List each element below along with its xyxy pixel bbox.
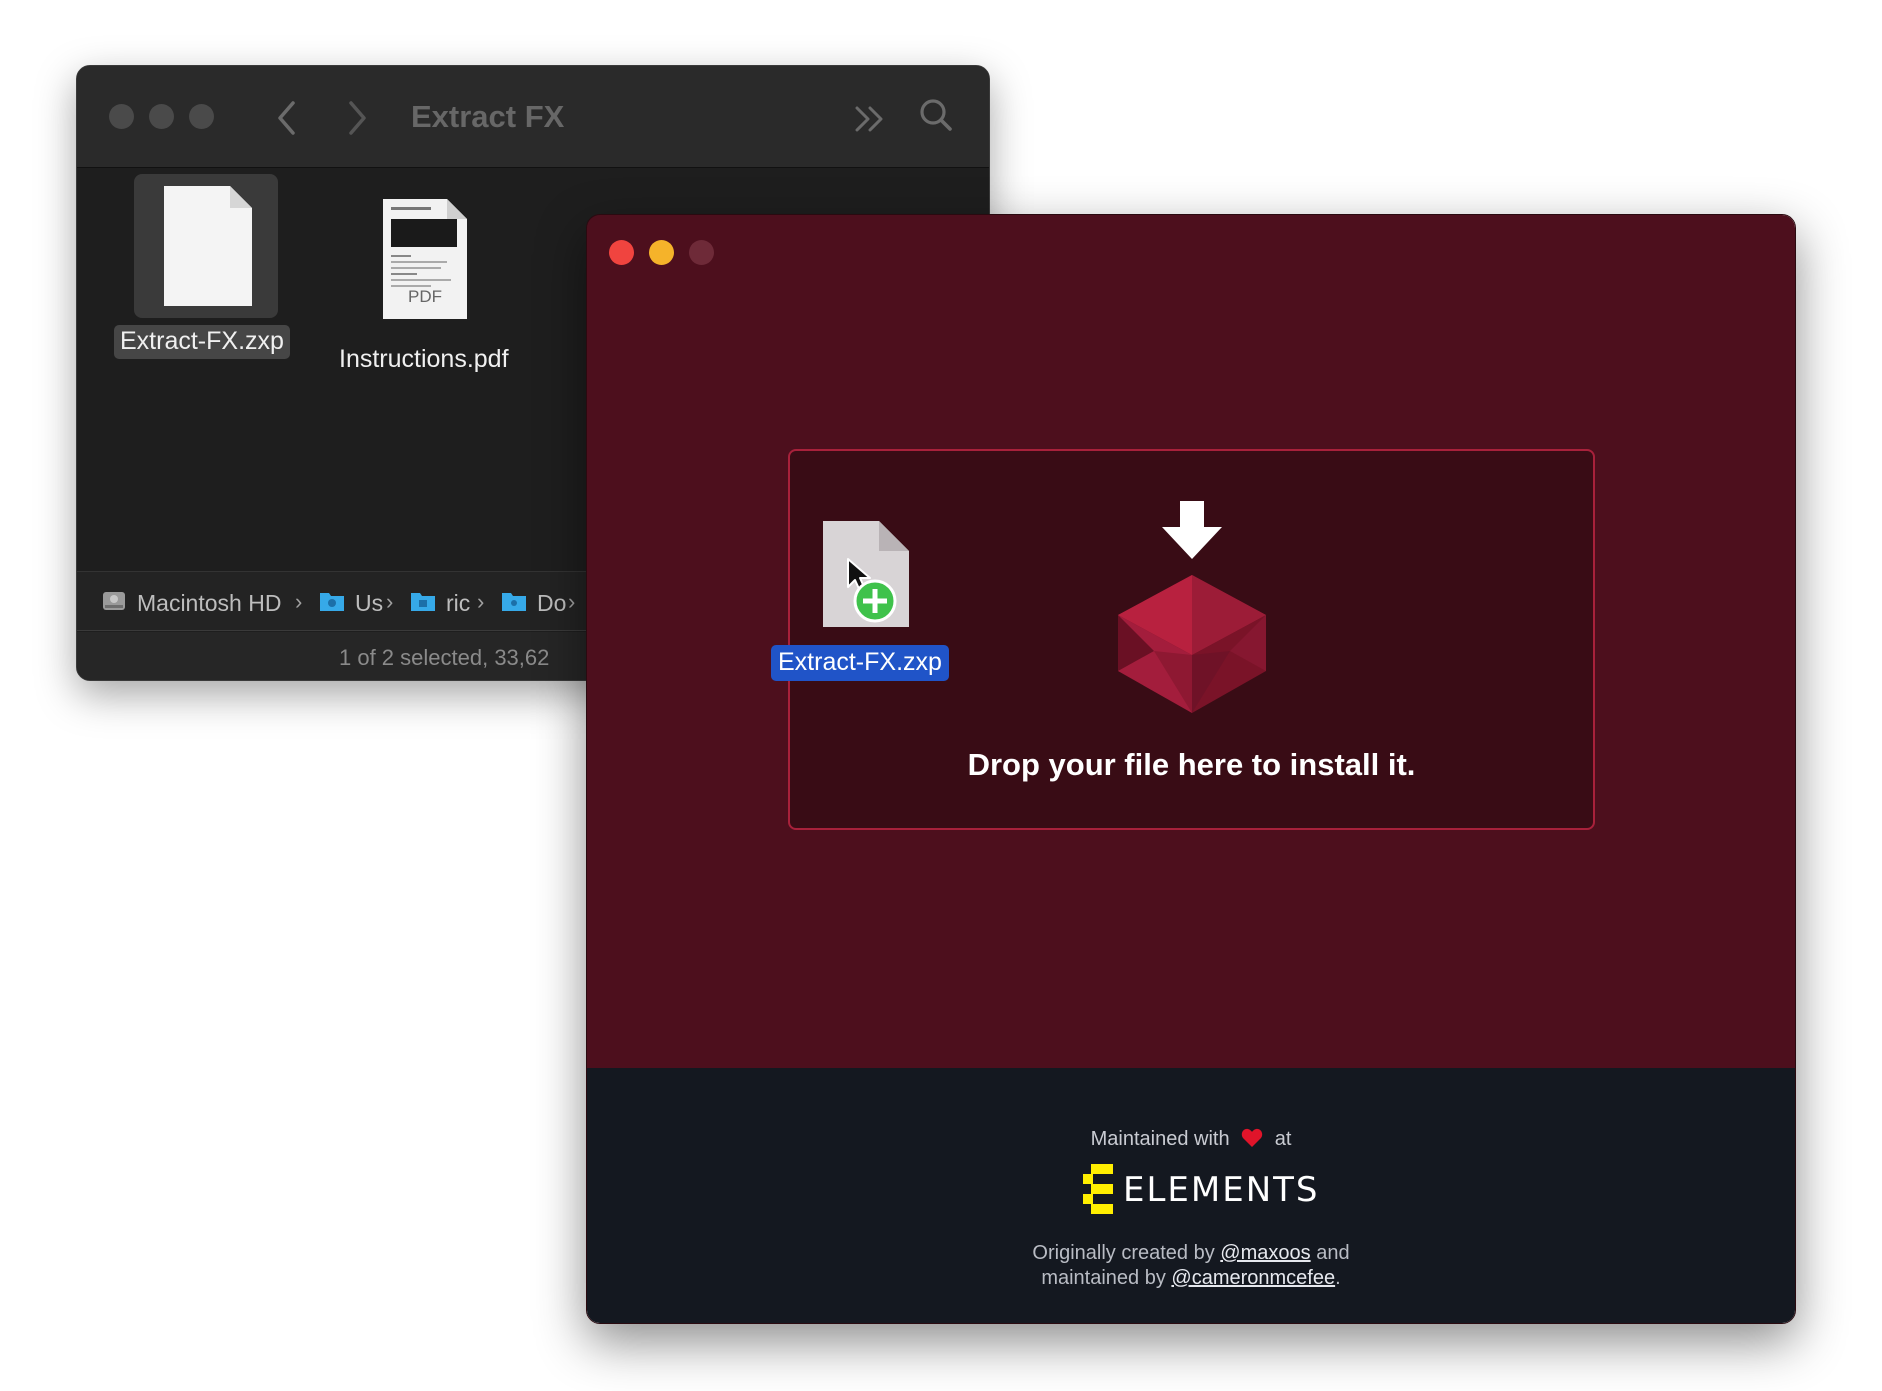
credits-suffix-2: . [1335,1267,1341,1289]
drop-instruction: Drop your file here to install it. [967,747,1416,782]
path-item-documents[interactable]: Do [537,590,566,617]
pdf-document-icon [383,199,467,319]
install-cube-icon [1118,501,1266,713]
users-folder-icon [320,593,344,611]
path-item-users[interactable]: Us [355,590,383,617]
close-button[interactable] [109,104,134,129]
path-separator: › [477,589,485,614]
minimize-button[interactable] [149,104,174,129]
credits-text: Originally created by @maxoos and mainta… [587,1241,1795,1291]
document-icon [164,186,252,306]
search-icon[interactable] [919,98,953,132]
file-item-extract-fx[interactable] [134,174,278,318]
toolbar-overflow-icon[interactable] [853,104,887,134]
path-item-home[interactable]: ric [446,590,470,617]
author-link-cameronmcefee[interactable]: @cameronmcefee [1171,1267,1335,1289]
maintained-suffix: at [1274,1128,1292,1150]
file-label-extract-fx[interactable]: Extract-FX.zxp [114,325,290,359]
installer-window: Drop your file here to install it. Extra… [586,214,1796,1324]
credits-prefix-2: maintained by [1041,1267,1166,1289]
finder-toolbar: Extract FX [77,66,989,168]
heart-icon [1241,1128,1263,1147]
file-label-instructions[interactable]: Instructions.pdf [333,343,515,377]
path-separator: › [568,589,576,614]
close-button[interactable] [609,240,634,265]
zoom-button[interactable] [189,104,214,129]
maintained-prefix: Maintained with [1090,1128,1230,1150]
elements-wordmark: ELEMENTS [1123,1170,1320,1210]
path-separator: › [386,589,394,614]
elements-logo[interactable]: ELEMENTS [1083,1162,1323,1218]
elements-mark-icon [1083,1164,1113,1214]
maintained-line: Maintained with at [587,1128,1795,1151]
selection-status: 1 of 2 selected, 33,62 [339,645,550,670]
hard-drive-icon [103,592,125,610]
window-title: Extract FX [411,99,565,134]
zoom-button[interactable] [689,240,714,265]
minimize-button[interactable] [649,240,674,265]
path-separator: › [295,589,303,614]
forward-chevron-icon[interactable] [345,100,369,136]
path-item-macintosh-hd[interactable]: Macintosh HD [137,590,281,617]
author-link-maxoos[interactable]: @maxoos [1220,1242,1310,1264]
installer-main-area: Drop your file here to install it. Extra… [587,215,1795,1068]
add-plus-icon [853,579,897,623]
credits-suffix-1: and [1316,1242,1350,1264]
installer-footer: Maintained with at ELEMENTS Originally c… [587,1068,1795,1323]
documents-folder-icon [502,593,526,611]
dragged-file-label: Extract-FX.zxp [771,645,949,681]
back-chevron-icon[interactable] [275,100,299,136]
credits-prefix-1: Originally created by [1032,1242,1215,1264]
home-folder-icon [411,593,435,611]
pdf-badge: PDF [408,287,442,306]
file-item-instructions[interactable]: PDF [357,189,501,333]
